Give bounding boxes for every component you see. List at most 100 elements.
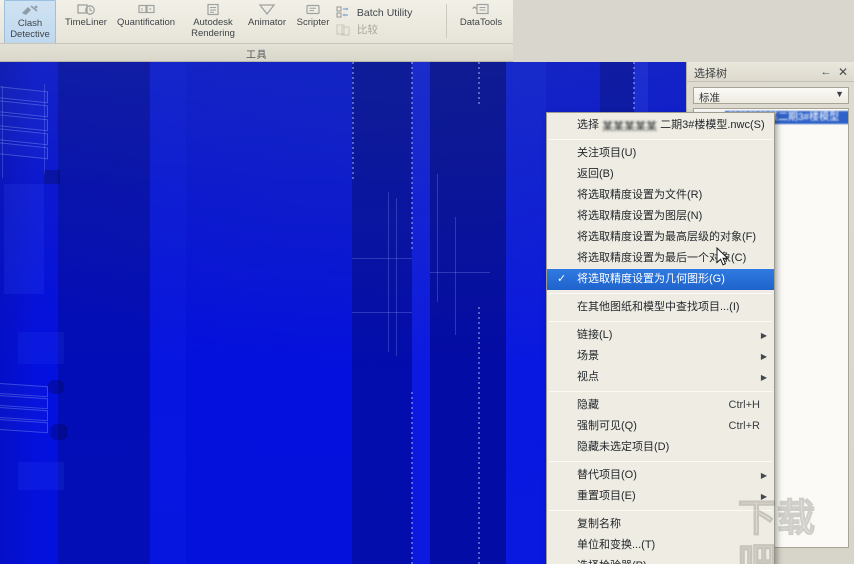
context-menu-item[interactable]: 场景 ▶ (547, 346, 774, 367)
context-menu-item[interactable]: 隐藏 Ctrl+H (547, 395, 774, 416)
context-menu-item[interactable]: 复制名称 (547, 514, 774, 535)
context-menu-item[interactable]: 将选取精度设置为最后一个对象(C) (547, 248, 774, 269)
context-menu-item[interactable]: 选择检验器(P)... (547, 556, 774, 564)
context-menu-item[interactable]: 将选取精度设置为图层(N) (547, 206, 774, 227)
context-menu-item-label: 将选取精度设置为图层(N) (577, 210, 703, 222)
menu-separator (549, 293, 772, 294)
datatools-icon (470, 2, 492, 17)
menu-separator (549, 391, 772, 392)
context-menu-item-label: 链接(L) (577, 329, 613, 341)
compare-icon (336, 23, 350, 36)
context-menu-item-label: 场景 (577, 350, 599, 362)
selection-tree-panel-header: 选择树 ← ✕ (687, 62, 854, 82)
context-menu-item-shortcut: Ctrl+R (728, 420, 760, 432)
ribbon-label-batch-utility: Batch Utility (356, 7, 413, 19)
ribbon-label-autodesk-rendering-2: Rendering (191, 28, 235, 39)
menu-separator (549, 461, 772, 462)
selection-tree-mode-dropdown[interactable]: 标准 ▼ (693, 87, 849, 104)
ribbon-button-animator[interactable]: Animator (240, 0, 294, 43)
ribbon-label-quantification-1: Quantification (116, 17, 176, 28)
clash-detective-icon (19, 3, 41, 18)
context-menu-item[interactable]: 强制可见(Q) Ctrl+R (547, 416, 774, 437)
chevron-right-icon: ▶ (760, 471, 767, 480)
dropdown-selected-value: 标准 (699, 92, 720, 104)
chevron-right-icon: ▶ (760, 373, 767, 382)
animator-icon (256, 2, 278, 17)
context-menu-item[interactable]: 返回(B) (547, 164, 774, 185)
quantification-icon: x = (135, 2, 157, 17)
chevron-right-icon: ▶ (760, 331, 767, 340)
chevron-right-icon: ▶ (760, 492, 767, 501)
auto-hide-pin-icon[interactable]: ← (819, 65, 833, 79)
application-window: Clash Detective TimeLiner x = Quantificat… (0, 0, 854, 564)
context-menu-item-shortcut: Ctrl+H (728, 399, 760, 411)
chevron-down-icon: ▼ (835, 89, 844, 99)
context-menu-item[interactable]: 将选取精度设置为文件(R) (547, 185, 774, 206)
ribbon-separator (446, 4, 447, 38)
svg-text:=: = (149, 7, 152, 13)
batch-utility-icon (336, 6, 350, 19)
menu-separator (549, 139, 772, 140)
ribbon-button-timeliner[interactable]: TimeLiner (58, 0, 114, 43)
ribbon-panel-title-bar: 工具 (0, 44, 513, 62)
menu-separator (549, 321, 772, 322)
context-menu-item-label: 将选取精度设置为最后一个对象(C) (577, 252, 747, 264)
timeliner-icon (75, 2, 97, 17)
ribbon-label-compare: 比较 (356, 24, 378, 36)
context-menu-item[interactable]: 视点 ▶ (547, 367, 774, 388)
context-menu-item-label: 替代项目(O) (577, 469, 637, 481)
ribbon-button-datatools[interactable]: DataTools (452, 0, 510, 43)
ribbon-button-clash-detective[interactable]: Clash Detective (4, 0, 56, 43)
context-menu-item-label: 将选取精度设置为最高层级的对象(F) (577, 231, 757, 243)
ribbon-label-autodesk-rendering-1: Autodesk (193, 17, 233, 28)
context-menu-item[interactable]: 关注项目(U) (547, 143, 774, 164)
chevron-right-icon: ▶ (760, 352, 767, 361)
context-menu-body: 关注项目(U) 返回(B) 将选取精度设置为文件(R) 将选取精度设置为图层(N) 将选… (547, 139, 774, 564)
ribbon-label-animator-1: Animator (247, 17, 286, 28)
ribbon-panel-title: 工具 (246, 50, 267, 61)
check-icon: ✓ (557, 273, 567, 285)
ribbon-label-scripter-1: Scripter (296, 17, 330, 28)
ribbon-button-batch-utility[interactable]: Batch Utility (336, 6, 412, 20)
ribbon-label-clash-detective-1: Clash (17, 18, 43, 29)
context-menu-item-label: 关注项目(U) (577, 147, 637, 159)
context-menu-item[interactable]: ✓ 将选取精度设置为几何图形(G) (547, 269, 774, 290)
menu-separator (549, 510, 772, 511)
ribbon-toolbar: Clash Detective TimeLiner x = Quantificat… (0, 0, 513, 44)
scripter-icon (302, 2, 324, 17)
menu-header-prefix: 选择 (577, 119, 599, 131)
context-menu-item-label: 视点 (577, 371, 599, 383)
menu-header-blurred-name: 某某某某某 (602, 121, 658, 133)
context-menu-item-select-file[interactable]: 选择 某某某某某 二期3#楼模型.nwc(S) (547, 115, 774, 136)
context-menu-item-label: 将选取精度设置为几何图形(G) (577, 273, 725, 285)
context-menu-item-label: 在其他图纸和模型中查找项目...(I) (577, 301, 740, 313)
context-menu-item[interactable]: 隐藏未选定项目(D) (547, 437, 774, 458)
context-menu-item-label: 复制名称 (577, 518, 621, 530)
panel-title: 选择树 (694, 68, 727, 80)
context-menu-item[interactable]: 替代项目(O) ▶ (547, 465, 774, 486)
context-menu-item-label: 强制可见(Q) (577, 420, 637, 432)
ribbon-button-scripter[interactable]: Scripter (288, 0, 338, 43)
ribbon-button-autodesk-rendering[interactable]: Autodesk Rendering (180, 0, 246, 43)
context-menu-item[interactable]: 单位和变换...(T) (547, 535, 774, 556)
context-menu-item-label: 单位和变换...(T) (577, 539, 656, 551)
ribbon-label-datatools-1: DataTools (459, 17, 503, 28)
context-menu-item-label: 隐藏 (577, 399, 599, 411)
context-menu-item[interactable]: 链接(L) ▶ (547, 325, 774, 346)
ribbon-label-clash-detective-2: Detective (10, 29, 50, 40)
context-menu[interactable]: 选择 某某某某某 二期3#楼模型.nwc(S) 关注项目(U) 返回(B) 将选取精… (546, 112, 775, 564)
menu-header-suffix: 二期3#楼模型.nwc(S) (660, 119, 765, 131)
close-icon[interactable]: ✕ (836, 65, 850, 79)
ribbon-button-compare[interactable]: 比较 (336, 23, 378, 37)
context-menu-item-label: 选择检验器(P)... (577, 560, 656, 564)
autodesk-rendering-icon (202, 2, 224, 17)
ribbon-label-timeliner-1: TimeLiner (65, 17, 107, 28)
context-menu-item[interactable]: 重置项目(E) ▶ (547, 486, 774, 507)
ribbon-button-quantification[interactable]: x = Quantification (110, 0, 182, 43)
context-menu-item[interactable]: 在其他图纸和模型中查找项目...(I) (547, 297, 774, 318)
context-menu-item-label: 将选取精度设置为文件(R) (577, 189, 703, 201)
context-menu-item-label: 重置项目(E) (577, 490, 636, 502)
context-menu-item[interactable]: 将选取精度设置为最高层级的对象(F) (547, 227, 774, 248)
context-menu-item-label: 返回(B) (577, 168, 614, 180)
context-menu-item-label: 隐藏未选定项目(D) (577, 441, 670, 453)
